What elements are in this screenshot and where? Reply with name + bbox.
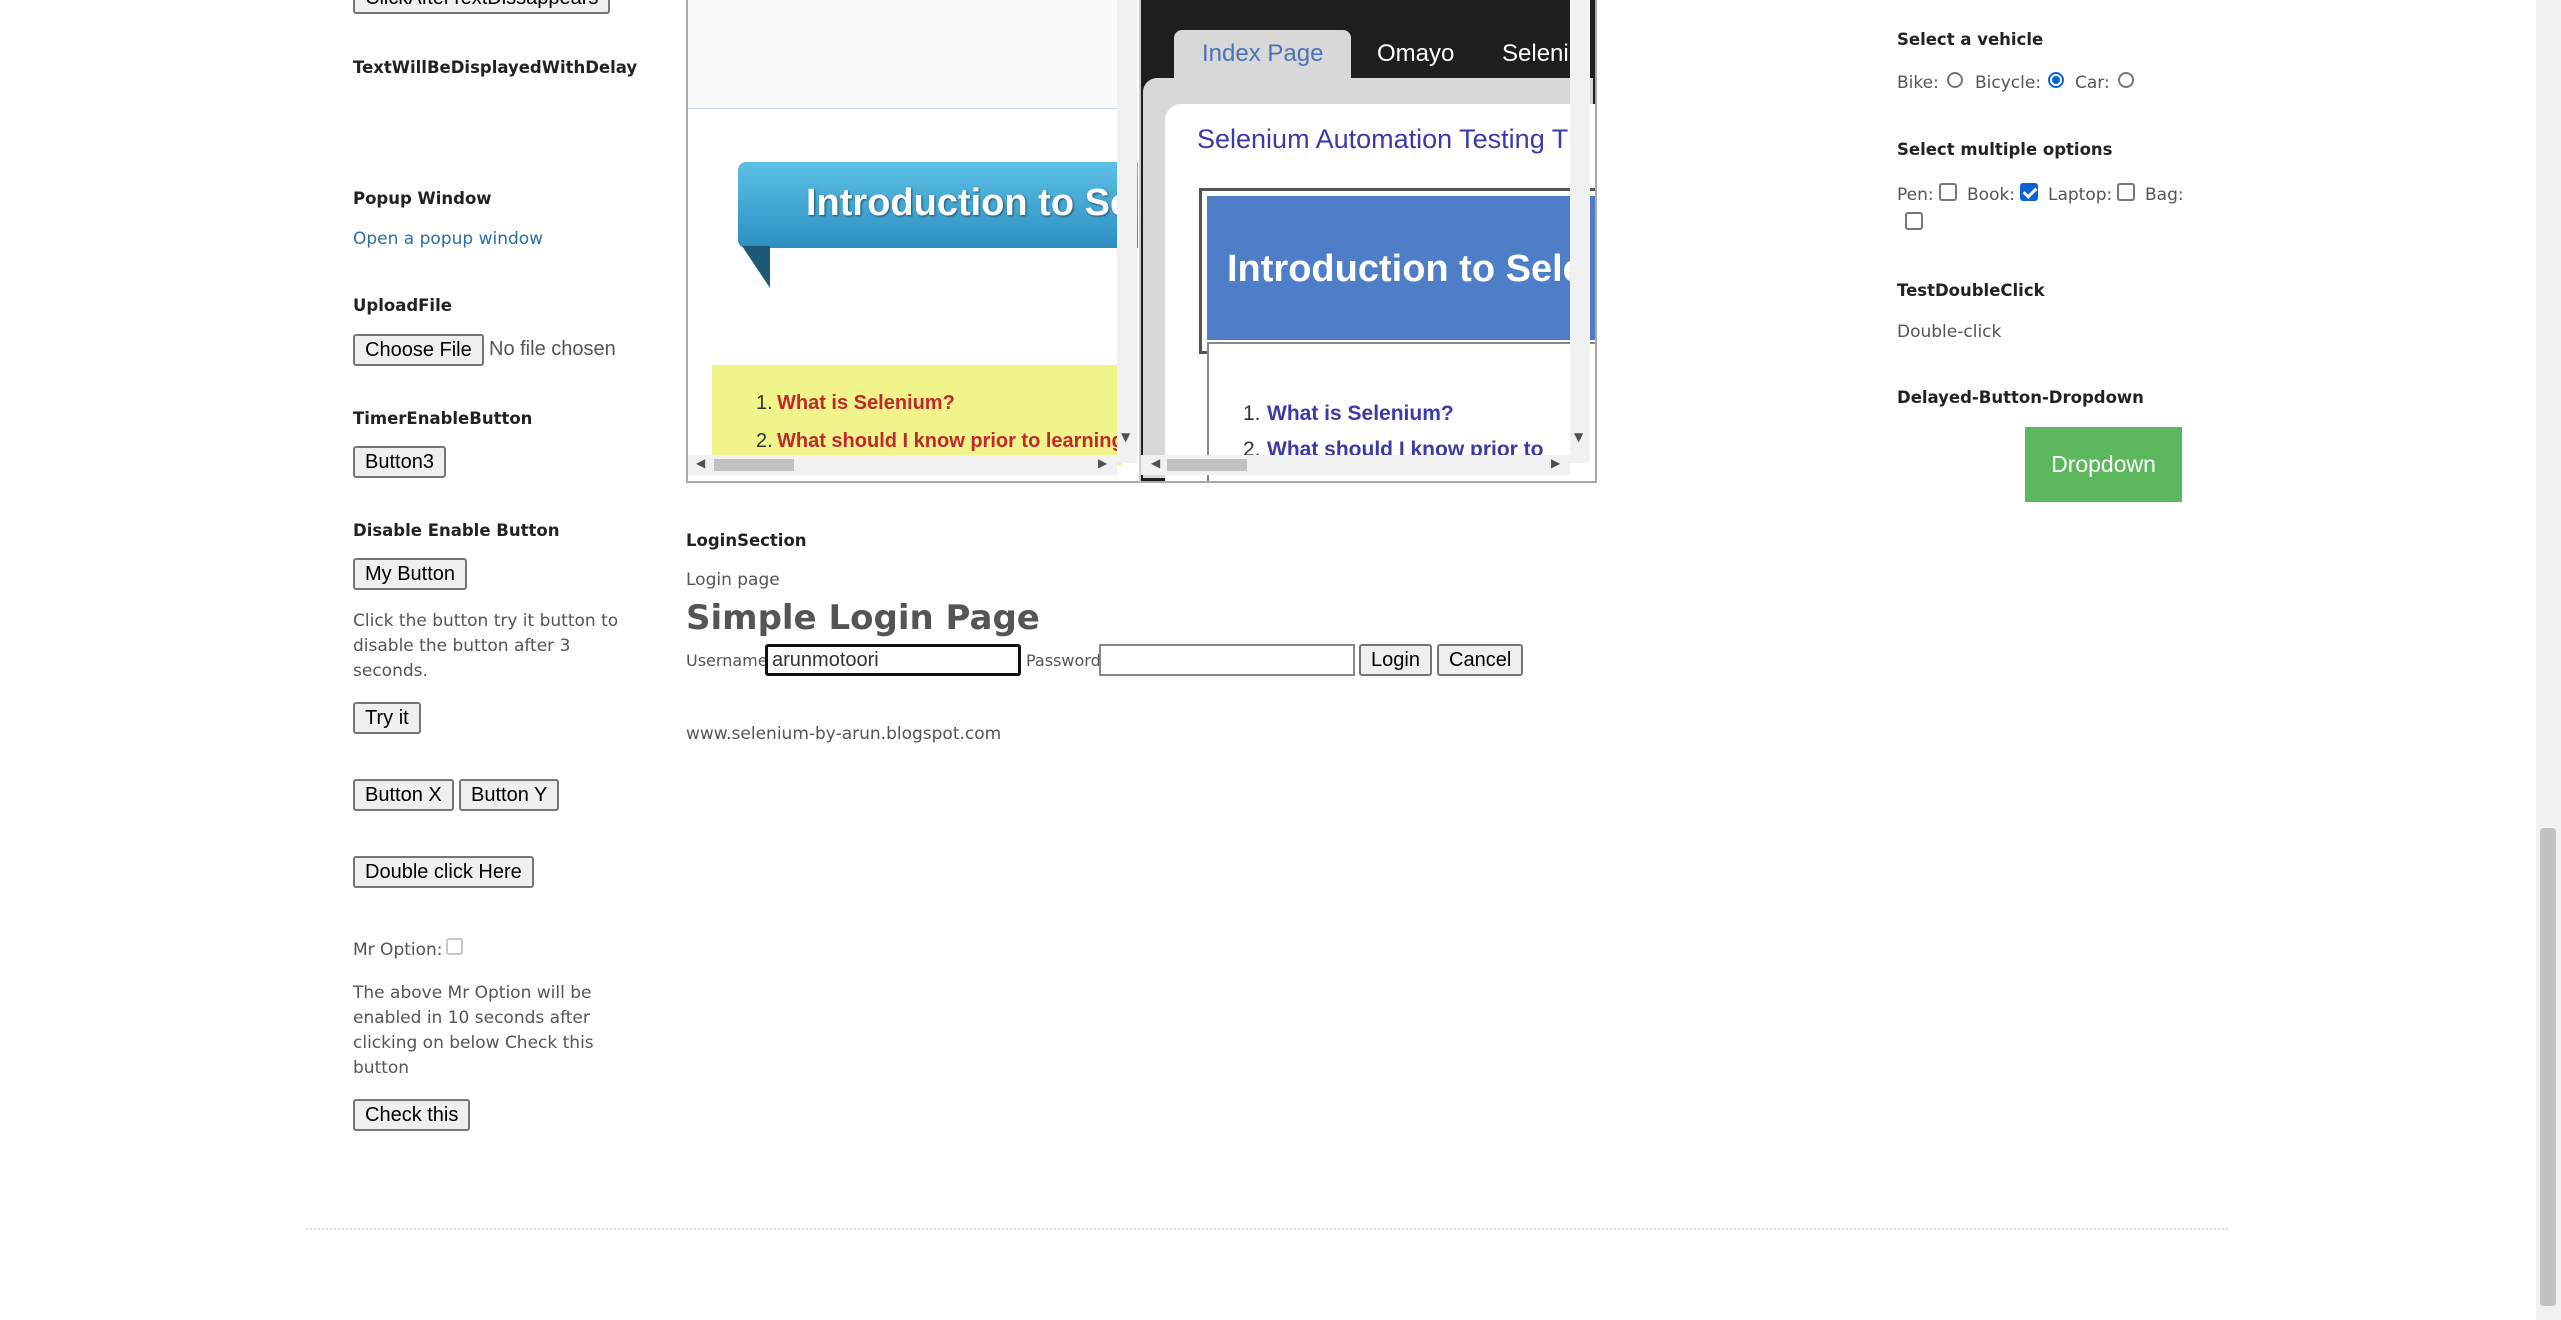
mr-option-checkbox[interactable]: [446, 938, 463, 955]
test-double-click-heading: TestDoubleClick: [1897, 281, 2045, 300]
iframe2-list-item-1[interactable]: What is Selenium?: [1267, 402, 1454, 426]
iframe-selenium-intro: Introduction to Se 1. What is Selenium? …: [686, 0, 1141, 483]
login-page-label: Login page: [686, 570, 780, 590]
iframe-index-page: Index Page Omayo Seleniu Selenium Automa…: [1141, 0, 1597, 483]
password-label: Password: [1026, 651, 1101, 670]
iframe2-horizontal-scrollbar[interactable]: ◀ ▶: [1141, 455, 1570, 475]
iframe2-scroll-thumb[interactable]: [1167, 459, 1247, 471]
book-label: Book:: [1967, 185, 2016, 205]
bicycle-label: Bicycle:: [1975, 73, 2042, 93]
pen-label: Pen:: [1897, 185, 1934, 205]
intro-list-num-2: 2.: [756, 430, 773, 452]
disable-description: Click the button try it button to disabl…: [353, 611, 619, 681]
intro-list-item-1[interactable]: What is Selenium?: [777, 392, 955, 415]
iframe2-vertical-scrollbar[interactable]: ▼: [1570, 0, 1590, 463]
car-radio[interactable]: [2118, 72, 2134, 88]
car-label: Car:: [2075, 73, 2110, 93]
popup-heading: Popup Window: [353, 189, 492, 208]
iframe2-banner-text: Introduction to Sele: [1227, 248, 1584, 290]
no-file-chosen-text: No file chosen: [489, 338, 616, 360]
select-vehicle-heading: Select a vehicle: [1897, 30, 2044, 49]
iframe2-list-num-1: 1.: [1243, 402, 1261, 425]
bike-label: Bike:: [1897, 73, 1939, 93]
book-checkbox[interactable]: [2020, 183, 2038, 201]
click-after-text-disappears-button[interactable]: ClickAfterTextDissappears: [353, 0, 610, 14]
scroll-right-arrow-icon[interactable]: ▶: [1551, 456, 1560, 470]
iframe1-top-area: [688, 0, 1118, 109]
select-options-heading: Select multiple options: [1897, 140, 2113, 159]
cancel-button[interactable]: Cancel: [1437, 644, 1524, 676]
delayed-dropdown-heading: Delayed-Button-Dropdown: [1897, 388, 2144, 407]
button3[interactable]: Button3: [353, 446, 446, 478]
button-x[interactable]: Button X: [353, 779, 454, 811]
password-input[interactable]: [1099, 644, 1355, 676]
laptop-label: Laptop:: [2048, 185, 2113, 205]
timer-heading: TimerEnableButton: [353, 409, 533, 428]
open-popup-link[interactable]: Open a popup window: [353, 227, 543, 252]
disable-enable-heading: Disable Enable Button: [353, 521, 560, 540]
scroll-left-arrow-icon[interactable]: ◀: [696, 456, 705, 470]
dropdown-button[interactable]: Dropdown: [2025, 427, 2182, 502]
mr-option-label: Mr Option:: [353, 940, 443, 960]
username-input[interactable]: arunmotoori: [765, 644, 1021, 676]
double-click-here-button[interactable]: Double click Here: [353, 856, 534, 888]
login-section-heading: LoginSection: [686, 531, 807, 550]
iframe1-horizontal-scrollbar[interactable]: ◀ ▶: [688, 455, 1117, 475]
ribbon-fold: [742, 246, 770, 288]
choose-file-button[interactable]: Choose File: [353, 334, 484, 366]
page-vertical-scrollbar[interactable]: [2536, 0, 2561, 1320]
login-title: Simple Login Page: [686, 598, 1040, 638]
iframe1-scroll-thumb[interactable]: [714, 459, 794, 471]
bag-label: Bag:: [2145, 185, 2184, 205]
footer-divider: [306, 1228, 2228, 1230]
upload-heading: UploadFile: [353, 296, 452, 315]
tab-index-page[interactable]: Index Page: [1174, 30, 1352, 78]
delay-heading: TextWillBeDisplayedWithDelay: [353, 58, 638, 77]
bicycle-radio[interactable]: [2048, 72, 2064, 88]
tab-omayo[interactable]: Omayo: [1349, 30, 1482, 78]
scroll-down-arrow-icon[interactable]: ▼: [1574, 430, 1583, 444]
double-click-text[interactable]: Double-click: [1897, 320, 2001, 345]
try-it-button[interactable]: Try it: [353, 702, 421, 734]
button-y[interactable]: Button Y: [459, 779, 560, 811]
username-label: Username: [686, 651, 768, 670]
intro-list-item-2[interactable]: What should I know prior to learning: [777, 430, 1124, 453]
check-this-button[interactable]: Check this: [353, 1099, 471, 1131]
my-button[interactable]: My Button: [353, 558, 468, 590]
scroll-down-arrow-icon[interactable]: ▼: [1121, 430, 1130, 444]
bag-checkbox[interactable]: [1905, 212, 1923, 230]
intro-list-num-1: 1.: [756, 392, 773, 414]
intro-banner-text: Introduction to Se: [806, 182, 1132, 224]
bike-radio[interactable]: [1947, 72, 1963, 88]
scroll-left-arrow-icon[interactable]: ◀: [1151, 456, 1160, 470]
pen-checkbox[interactable]: [1939, 183, 1957, 201]
iframe2-title: Selenium Automation Testing T: [1197, 124, 1569, 154]
laptop-checkbox[interactable]: [2117, 183, 2135, 201]
login-button[interactable]: Login: [1359, 644, 1432, 676]
mr-option-description: The above Mr Option will be enabled in 1…: [353, 983, 594, 1078]
page-scroll-thumb[interactable]: [2540, 828, 2556, 1306]
scroll-right-arrow-icon[interactable]: ▶: [1098, 456, 1107, 470]
iframe1-vertical-scrollbar[interactable]: ▼: [1117, 0, 1137, 463]
footer-site-link[interactable]: www.selenium-by-arun.blogspot.com: [686, 722, 1001, 747]
